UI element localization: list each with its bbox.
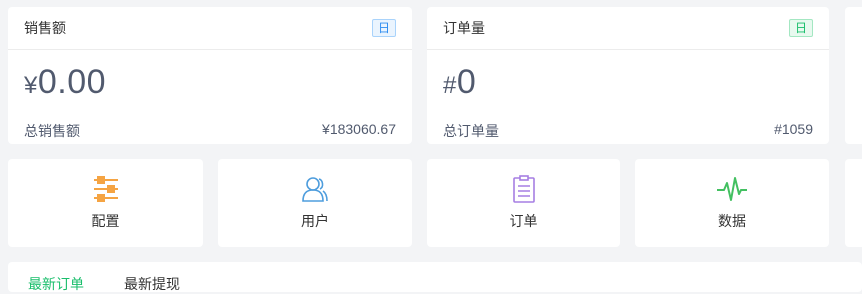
sales-amount: 0.00 (37, 63, 107, 101)
pulse-chart-icon (717, 177, 747, 201)
orders-card-header: 订单量 日 (427, 7, 829, 50)
orders-total-value: #1059 (774, 121, 813, 137)
tab-latest-orders[interactable]: 最新订单 (28, 274, 84, 294)
nav-label-orders: 订单 (509, 213, 538, 229)
settings-sliders-icon (93, 176, 118, 202)
user-icon (302, 177, 328, 202)
nav-card-config[interactable]: 配置 (8, 159, 203, 247)
sales-period-badge[interactable]: 日 (371, 19, 396, 37)
orders-currency: # (443, 72, 457, 99)
orders-total-label: 总订单量 (443, 123, 499, 139)
stat-card-partial (845, 7, 862, 144)
orders-footer: 总订单量 #1059 (443, 121, 813, 141)
sales-card-header: 销售额 日 (8, 7, 412, 50)
sales-total-value: ¥183060.67 (322, 121, 396, 137)
sales-currency: ¥ (24, 72, 38, 99)
nav-label-config: 配置 (91, 213, 120, 229)
orders-period-badge[interactable]: 日 (788, 19, 813, 37)
nav-label-data: 数据 (718, 213, 746, 229)
latest-lists-panel: 最新订单 最新提现 (8, 262, 862, 292)
orders-card: 订单量 日 #0 总订单量 #1059 (427, 7, 829, 144)
sales-value: ¥0.00 (24, 63, 106, 102)
nav-card-partial[interactable] (845, 159, 862, 247)
sales-card: 销售额 日 ¥0.00 总销售额 ¥183060.67 (8, 7, 412, 144)
nav-card-users[interactable]: 用户 (218, 159, 412, 247)
sales-total-label: 总销售额 (24, 123, 80, 139)
sales-footer: 总销售额 ¥183060.67 (24, 121, 396, 141)
orders-value: #0 (443, 63, 476, 102)
nav-card-data[interactable]: 数据 (635, 159, 829, 247)
tab-latest-withdrawals[interactable]: 最新提现 (124, 274, 180, 294)
orders-amount: 0 (456, 63, 477, 101)
sales-title: 销售额 (24, 20, 66, 36)
order-clipboard-icon (512, 175, 535, 203)
orders-title: 订单量 (443, 20, 485, 36)
nav-label-users: 用户 (301, 213, 329, 229)
nav-card-orders[interactable]: 订单 (427, 159, 620, 247)
